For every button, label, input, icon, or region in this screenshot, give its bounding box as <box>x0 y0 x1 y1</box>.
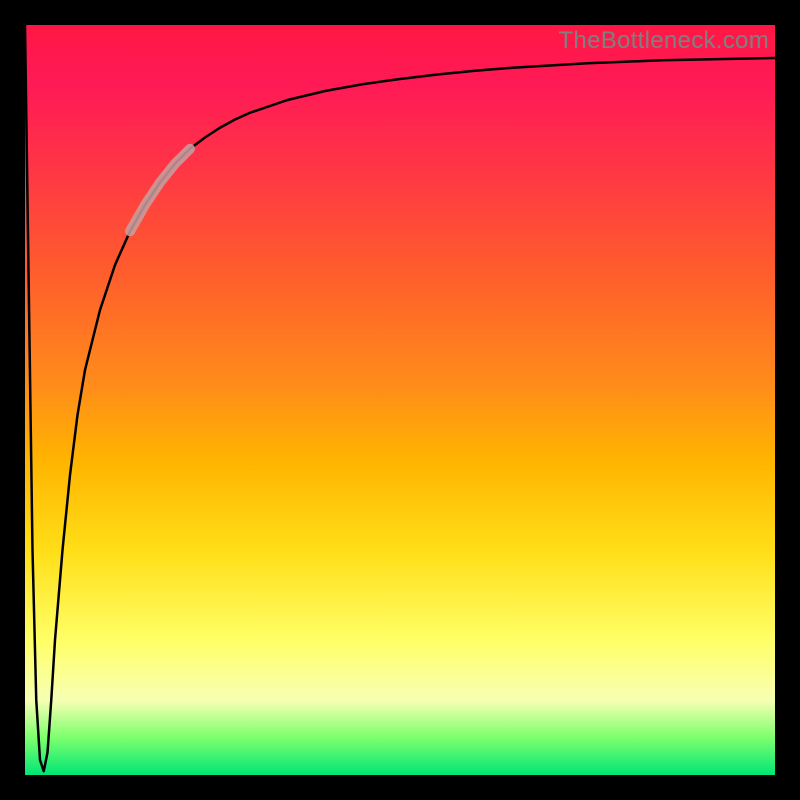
highlighted-segment <box>130 149 190 232</box>
plot-area: TheBottleneck.com <box>25 25 775 775</box>
chart-frame: TheBottleneck.com <box>0 0 800 800</box>
watermark-text: TheBottleneck.com <box>558 27 769 55</box>
curve-layer <box>25 25 775 775</box>
bottleneck-curve <box>25 25 775 771</box>
